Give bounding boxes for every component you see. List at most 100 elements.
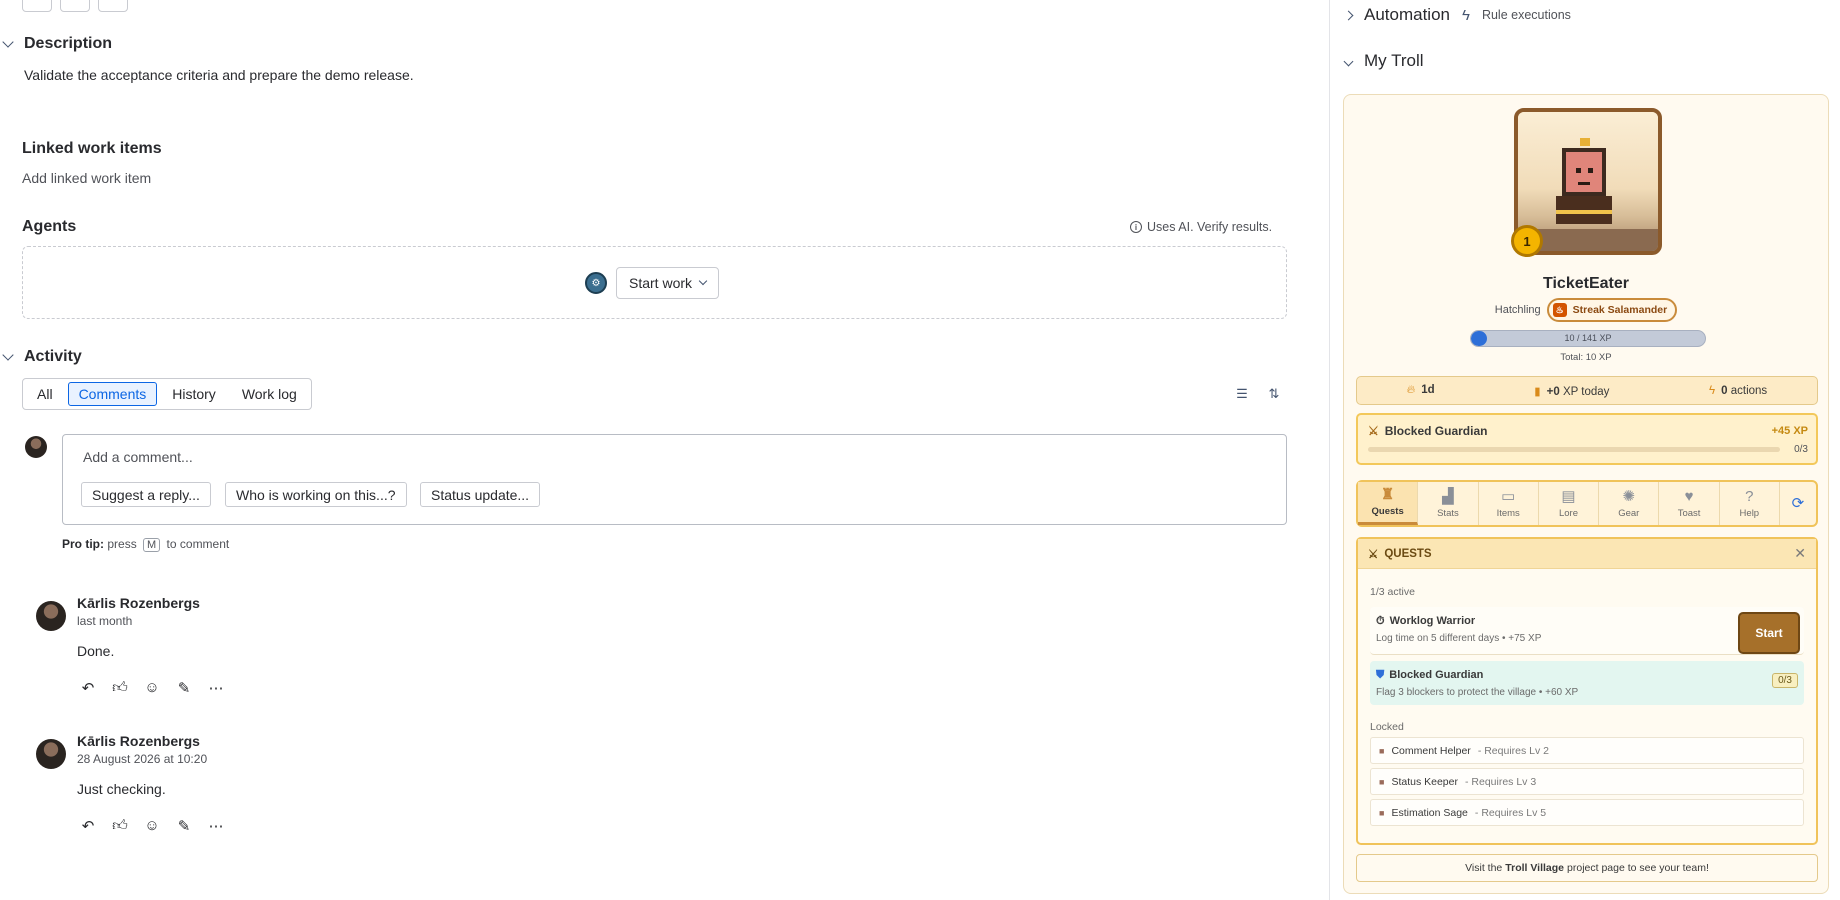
comment-author[interactable]: Kārlis Rozenbergs — [77, 733, 200, 749]
issue-toolbar — [22, 0, 128, 12]
comment-time[interactable]: 28 August 2026 at 10:20 — [77, 752, 207, 766]
village-post: project page to see your team! — [1567, 862, 1709, 874]
village-link[interactable]: Visit the Troll Village project page to … — [1356, 854, 1818, 882]
add-icon[interactable] — [22, 0, 52, 12]
comment-input[interactable]: Add a comment... — [83, 449, 193, 465]
comment-body: Just checking. — [77, 781, 166, 797]
edit-icon[interactable]: ✎ — [175, 817, 193, 835]
tab-all[interactable]: All — [26, 382, 64, 406]
agent-avatar-icon: ⚙ — [585, 272, 607, 294]
locked-quest-req: - Requires Lv 2 — [1477, 744, 1550, 757]
activity-toggle[interactable]: Activity — [2, 348, 82, 366]
apps-icon[interactable] — [60, 0, 90, 12]
quests-title: QUESTS — [1384, 547, 1432, 560]
tab-comments[interactable]: Comments — [67, 382, 158, 406]
locked-quest: ■ Estimation Sage - Requires Lv 5 — [1370, 799, 1804, 826]
sort-icon[interactable]: ⇅ — [1266, 386, 1282, 402]
refresh-button[interactable]: ⟳ — [1780, 482, 1816, 525]
reply-icon[interactable]: ↶ — [79, 817, 97, 835]
close-icon[interactable]: ✕ — [1794, 545, 1806, 562]
my-troll-section[interactable]: My Troll — [1343, 51, 1424, 71]
edit-icon[interactable]: ✎ — [175, 679, 193, 697]
description-text[interactable]: Validate the acceptance criteria and pre… — [24, 67, 414, 83]
streak-badge-label: Streak Salamander — [1572, 304, 1668, 316]
active-quest-xp: +45 XP — [1771, 425, 1808, 437]
more-icon[interactable]: ⋯ — [207, 817, 225, 835]
active-quest-banner[interactable]: ⚔ Blocked Guardian +45 XP 0/3 — [1356, 413, 1818, 465]
swords-icon: ⚔ — [1368, 548, 1379, 561]
active-quest-name: ⚔ Blocked Guardian — [1368, 424, 1488, 438]
activity-tools: ☰ ⇅ — [1234, 386, 1282, 402]
chart-icon: ▮ — [1534, 385, 1541, 398]
comment-actions: ↶ 👍︎ ☺ ✎ ⋯ — [79, 817, 225, 835]
chest-icon: ▭ — [1501, 487, 1516, 505]
tab-gear[interactable]: ✺ Gear — [1599, 482, 1660, 525]
pro-tip-label: Pro tip: — [62, 537, 104, 551]
who-working-button[interactable]: Who is working on this...? — [225, 482, 407, 507]
shield-icon: ⛊ — [1376, 669, 1385, 681]
streak-stat: 🔥︎ 1d — [1406, 384, 1435, 396]
comment-actions: ↶ 👍︎ ☺ ✎ ⋯ — [79, 679, 225, 697]
status-update-button[interactable]: Status update... — [420, 482, 541, 507]
quest-desc: Flag 3 blockers to protect the village •… — [1376, 687, 1579, 698]
filter-add-icon[interactable]: ☰ — [1234, 386, 1250, 402]
emoji-icon[interactable]: ☺ — [143, 817, 161, 835]
automation-section[interactable]: Automation ϟ Rule executions — [1343, 5, 1571, 25]
emoji-icon[interactable]: ☺ — [143, 679, 161, 697]
comment-time[interactable]: last month — [77, 614, 132, 628]
chevron-right-icon — [1343, 10, 1354, 20]
pro-tip: Pro tip: press M to comment — [62, 537, 229, 552]
chevron-down-icon — [2, 349, 14, 361]
tab-help[interactable]: ? Help — [1720, 482, 1780, 525]
pro-tip-press: press — [107, 537, 137, 551]
streak-badge[interactable]: ♨ Streak Salamander — [1546, 298, 1678, 322]
reply-icon[interactable]: ↶ — [79, 679, 97, 697]
stopwatch-icon: ⏱ — [1376, 615, 1385, 627]
chevron-down-icon — [1343, 56, 1354, 66]
description-toggle[interactable]: Description — [2, 35, 112, 53]
start-work-button[interactable]: Start work — [616, 267, 720, 299]
tab-stats[interactable]: ▟ Stats — [1418, 482, 1479, 525]
comment-item: Kārlis Rozenbergs 28 August 2026 at 10:2… — [36, 733, 636, 843]
tab-lore[interactable]: ▤ Lore — [1539, 482, 1600, 525]
agents-heading: Agents — [22, 218, 77, 235]
troll-name: TicketEater — [1543, 275, 1629, 292]
like-icon[interactable]: 👍︎ — [111, 817, 129, 835]
suggest-reply-button[interactable]: Suggest a reply... — [81, 482, 211, 507]
comment-author[interactable]: Kārlis Rozenbergs — [77, 595, 200, 611]
troll-rank: Hatchling — [1494, 304, 1541, 316]
active-quest-progress: 0/3 — [1794, 444, 1808, 455]
tab-toast[interactable]: ♥ Toast — [1659, 482, 1720, 525]
xp-text: 10 / 141 XP — [1564, 333, 1612, 343]
locked-quest: ■ Status Keeper - Requires Lv 3 — [1370, 768, 1804, 795]
gear-icon: ✺ — [1622, 487, 1636, 505]
like-icon[interactable]: 👍︎ — [111, 679, 129, 697]
locked-label: Locked — [1370, 721, 1404, 733]
author-avatar[interactable] — [36, 601, 66, 631]
author-avatar[interactable] — [36, 739, 66, 769]
troll-nav-tabs: ♜ Quests ▟ Stats ▭ Items ▤ Lore ✺ Gear ♥ Toast… — [1356, 480, 1818, 527]
ai-note-text: Uses AI. Verify results. — [1147, 220, 1273, 234]
chevron-down-icon — [698, 276, 708, 286]
start-quest-button[interactable]: Start — [1738, 612, 1800, 654]
actions-stat: ϟ0 actions — [1709, 384, 1768, 397]
tab-history[interactable]: History — [161, 382, 227, 406]
village-name: Troll Village — [1505, 862, 1565, 874]
more-icon[interactable]: ⋯ — [207, 679, 225, 697]
comment-editor[interactable]: Add a comment... Suggest a reply... Who … — [62, 434, 1287, 525]
start-work-label: Start work — [629, 275, 693, 291]
panel-divider — [1329, 0, 1330, 900]
flame-icon: 🔥︎ — [1406, 384, 1416, 396]
pro-tip-suffix: to comment — [166, 537, 230, 551]
add-linked-item-link[interactable]: Add linked work item — [22, 170, 151, 186]
daily-stats: 🔥︎ 1d ▮ +0 XP today ϟ0 actions — [1356, 376, 1818, 405]
lock-icon: ■ — [1379, 807, 1385, 818]
more-actions-icon[interactable] — [98, 0, 128, 12]
ai-note: i Uses AI. Verify results. — [1130, 220, 1272, 234]
tab-items[interactable]: ▭ Items — [1479, 482, 1539, 525]
chevron-down-icon — [2, 36, 14, 48]
activity-tabs: All Comments History Work log — [22, 378, 312, 410]
tab-quests[interactable]: ♜ Quests — [1358, 482, 1419, 525]
linked-items-heading: Linked work items — [22, 140, 162, 157]
tab-work-log[interactable]: Work log — [231, 382, 308, 406]
